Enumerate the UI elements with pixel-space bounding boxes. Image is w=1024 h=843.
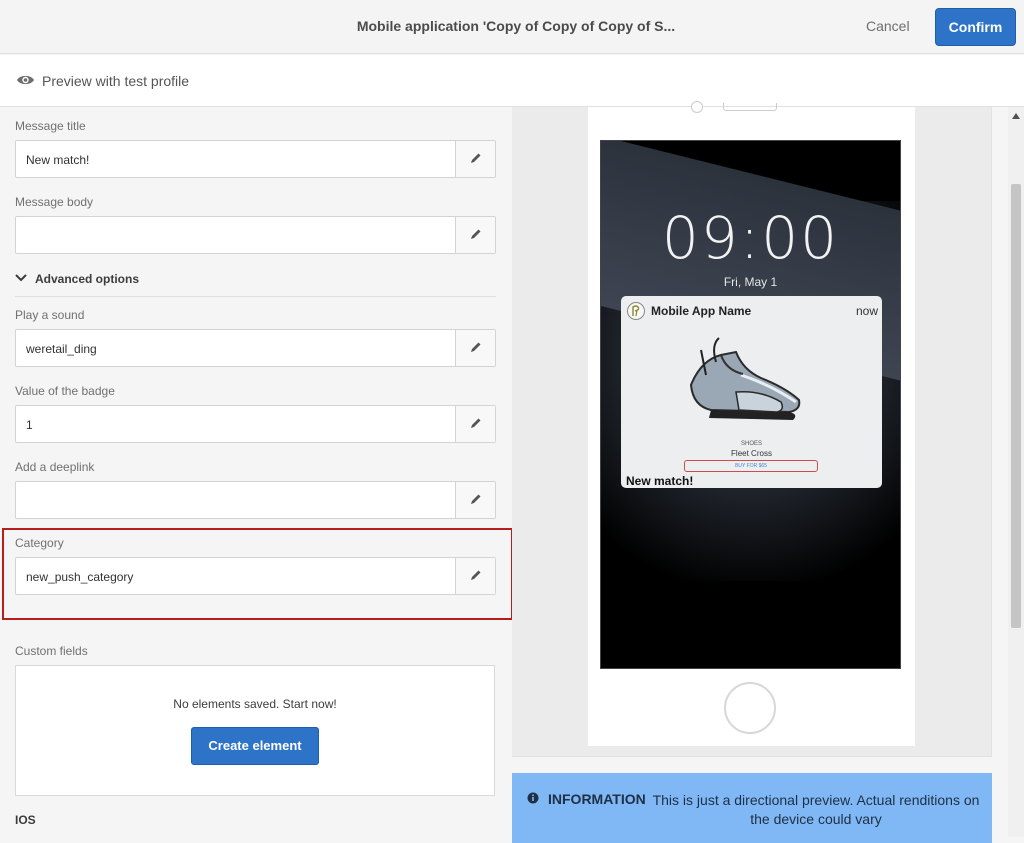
chevron-down-icon [15,274,27,282]
device-preview-pane: 09:00 Fri, May 1 Mobile App Name now SHO… [512,101,1024,843]
pencil-icon [471,342,481,352]
category-field[interactable]: new_push_category [15,557,496,595]
info-icon [527,792,539,804]
information-banner: INFORMATION This is just a directional p… [512,773,992,843]
custom-fields-label: Custom fields [15,644,88,658]
notification-app-name: Mobile App Name [651,304,752,318]
scrollbar-thumb[interactable] [1011,184,1021,628]
pencil-icon [471,570,481,580]
information-heading: INFORMATION [548,791,646,807]
notification-buy-button: BUY FOR $65 [684,460,818,472]
message-form: Message title New match! Message body Ad… [0,107,512,837]
camera-dot [691,101,703,113]
ios-section-label: IOS [15,813,36,827]
message-body-field[interactable] [15,216,496,254]
app-icon [627,302,645,320]
vertical-scrollbar[interactable] [1008,107,1024,837]
play-sound-label: Play a sound [15,308,85,322]
notification-brand: SHOES [740,441,762,447]
create-element-button[interactable]: Create element [191,727,319,765]
speaker-slot [723,103,777,111]
badge-field[interactable]: 1 [15,405,496,443]
play-sound-field[interactable]: weretail_ding [15,329,496,367]
play-sound-edit-button[interactable] [455,330,495,366]
category-edit-button[interactable] [455,558,495,594]
push-notification: Mobile App Name now SHOES Fleet Cross BU… [621,296,882,488]
message-body-label: Message body [15,195,94,209]
shoe-image [689,337,801,420]
advanced-options-toggle[interactable]: Advanced options [15,270,496,297]
message-title-edit-button[interactable] [455,141,495,177]
category-value: new_push_category [26,570,134,584]
notification-timestamp: now [855,304,878,318]
notification-product: Fleet Cross [731,449,772,458]
message-title-value: New match! [26,153,90,167]
deeplink-field[interactable] [15,481,496,519]
badge-value: 1 [26,418,33,432]
notification-message: New match! [626,474,694,488]
advanced-options-label: Advanced options [35,272,140,286]
message-title-field[interactable]: New match! [15,140,496,178]
play-sound-value: weretail_ding [26,342,97,356]
lock-date: Fri, May 1 [723,275,778,289]
home-button [724,682,776,734]
custom-fields-empty-text: No elements saved. Start now! [173,697,337,711]
eye-icon [17,75,34,85]
category-label: Category [15,536,64,550]
badge-edit-button[interactable] [455,406,495,442]
preview-panel: 09:00 Fri, May 1 Mobile App Name now SHO… [512,101,992,757]
pencil-icon [471,153,481,163]
information-text: This is just a directional preview. Actu… [652,792,980,827]
pencil-icon [471,229,481,239]
lock-time: 09:00 [661,204,840,272]
top-bar: Mobile application 'Copy of Copy of Copy… [0,0,1024,54]
preview-bar[interactable]: Preview with test profile [0,55,1024,107]
deeplink-edit-button[interactable] [455,482,495,518]
pencil-icon [471,494,481,504]
message-title-label: Message title [15,119,86,133]
custom-fields-box: No elements saved. Start now! Create ele… [15,665,495,796]
preview-with-test-profile-label: Preview with test profile [42,73,190,89]
confirm-button[interactable]: Confirm [935,8,1016,46]
pencil-icon [471,418,481,428]
badge-label: Value of the badge [15,384,115,398]
lock-screen: 09:00 Fri, May 1 Mobile App Name now SHO… [600,140,901,669]
scroll-up-arrow-icon[interactable] [1012,113,1020,119]
deeplink-label: Add a deeplink [15,460,95,474]
message-body-edit-button[interactable] [455,217,495,253]
phone-frame: 09:00 Fri, May 1 Mobile App Name now SHO… [588,101,915,746]
cancel-button[interactable]: Cancel [866,18,910,34]
